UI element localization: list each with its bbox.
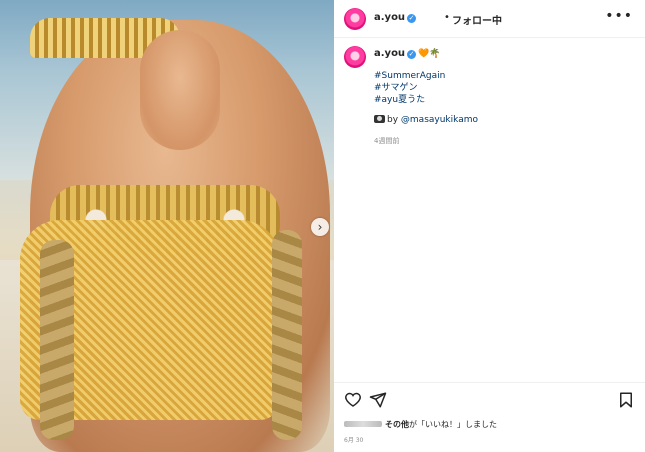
post-photo[interactable]: › [0, 0, 334, 452]
chevron-right-icon: › [317, 220, 323, 234]
post-caption: a.you ✓ 🧡🌴 #SummerAgain #サマゲン #ayu夏うた by @… [334, 38, 645, 382]
post-time-ago: 4週間前 [374, 137, 400, 145]
post-side-panel: a.you ✓ • フォロー中 ••• a.you ✓ 🧡🌴 #SummerAgain… [334, 0, 645, 452]
verified-badge-icon: ✓ [407, 14, 417, 23]
share-send-icon[interactable] [369, 391, 387, 409]
caption-avatar[interactable] [344, 46, 366, 68]
credit-handle-link[interactable]: @masayukikamo [401, 115, 478, 125]
hashtag-list: #SummerAgain #サマゲン #ayu夏うた [374, 70, 445, 106]
hashtag-link[interactable]: #SummerAgain [374, 70, 445, 82]
post-date: 6月 30 [344, 437, 364, 444]
header-separator: • [444, 12, 450, 23]
hashtag-link[interactable]: #サマゲン [374, 82, 445, 94]
likes-summary[interactable]: その他が「いいね！」しました [344, 419, 497, 430]
header-username-text[interactable]: a.you [374, 12, 405, 23]
likes-text: が「いいね！」しました [409, 420, 497, 429]
caption-username-text[interactable]: a.you [374, 48, 405, 59]
save-bookmark-icon[interactable] [617, 391, 635, 409]
photo-braid-right [272, 230, 302, 440]
instagram-post-modal: › a.you ✓ • フォロー中 ••• a.you ✓ 🧡🌴 #SummerAga… [0, 0, 645, 452]
more-options-icon[interactable]: ••• [605, 8, 633, 24]
avatar[interactable] [344, 8, 366, 30]
header-username[interactable]: a.you ✓ [374, 12, 417, 23]
verified-badge-icon: ✓ [407, 50, 417, 59]
next-image-button[interactable]: › [311, 218, 329, 236]
caption-username[interactable]: a.you ✓ 🧡🌴 [374, 48, 440, 59]
post-header: a.you ✓ • フォロー中 ••• [334, 0, 645, 38]
photo-hand [140, 30, 220, 150]
blurred-username [344, 421, 382, 427]
camera-icon [374, 115, 385, 123]
post-footer: その他が「いいね！」しました 6月 30 [334, 382, 645, 452]
hashtag-link[interactable]: #ayu夏うた [374, 94, 445, 106]
like-heart-icon[interactable] [344, 391, 362, 409]
photo-braid-left [40, 240, 74, 440]
credit-prefix: by [387, 115, 401, 125]
likes-others-label[interactable]: その他 [385, 420, 409, 429]
following-button[interactable]: フォロー中 [452, 12, 502, 27]
caption-emoji: 🧡🌴 [418, 49, 441, 59]
photo-credit: by @masayukikamo [374, 115, 478, 125]
